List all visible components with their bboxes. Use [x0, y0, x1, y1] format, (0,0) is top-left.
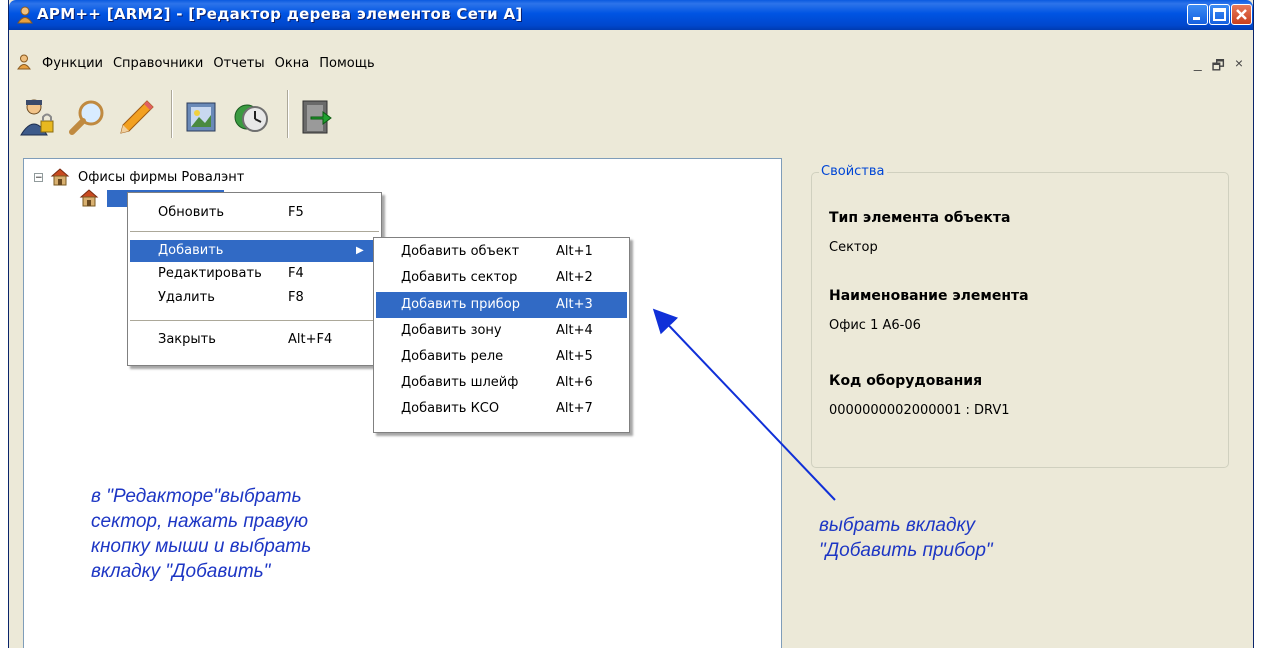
annotation-arrow — [652, 308, 836, 501]
app-window: АРМ++ [ARM2] - [Редактор дерева элементо… — [8, 0, 1254, 648]
arrow-line — [652, 308, 836, 501]
